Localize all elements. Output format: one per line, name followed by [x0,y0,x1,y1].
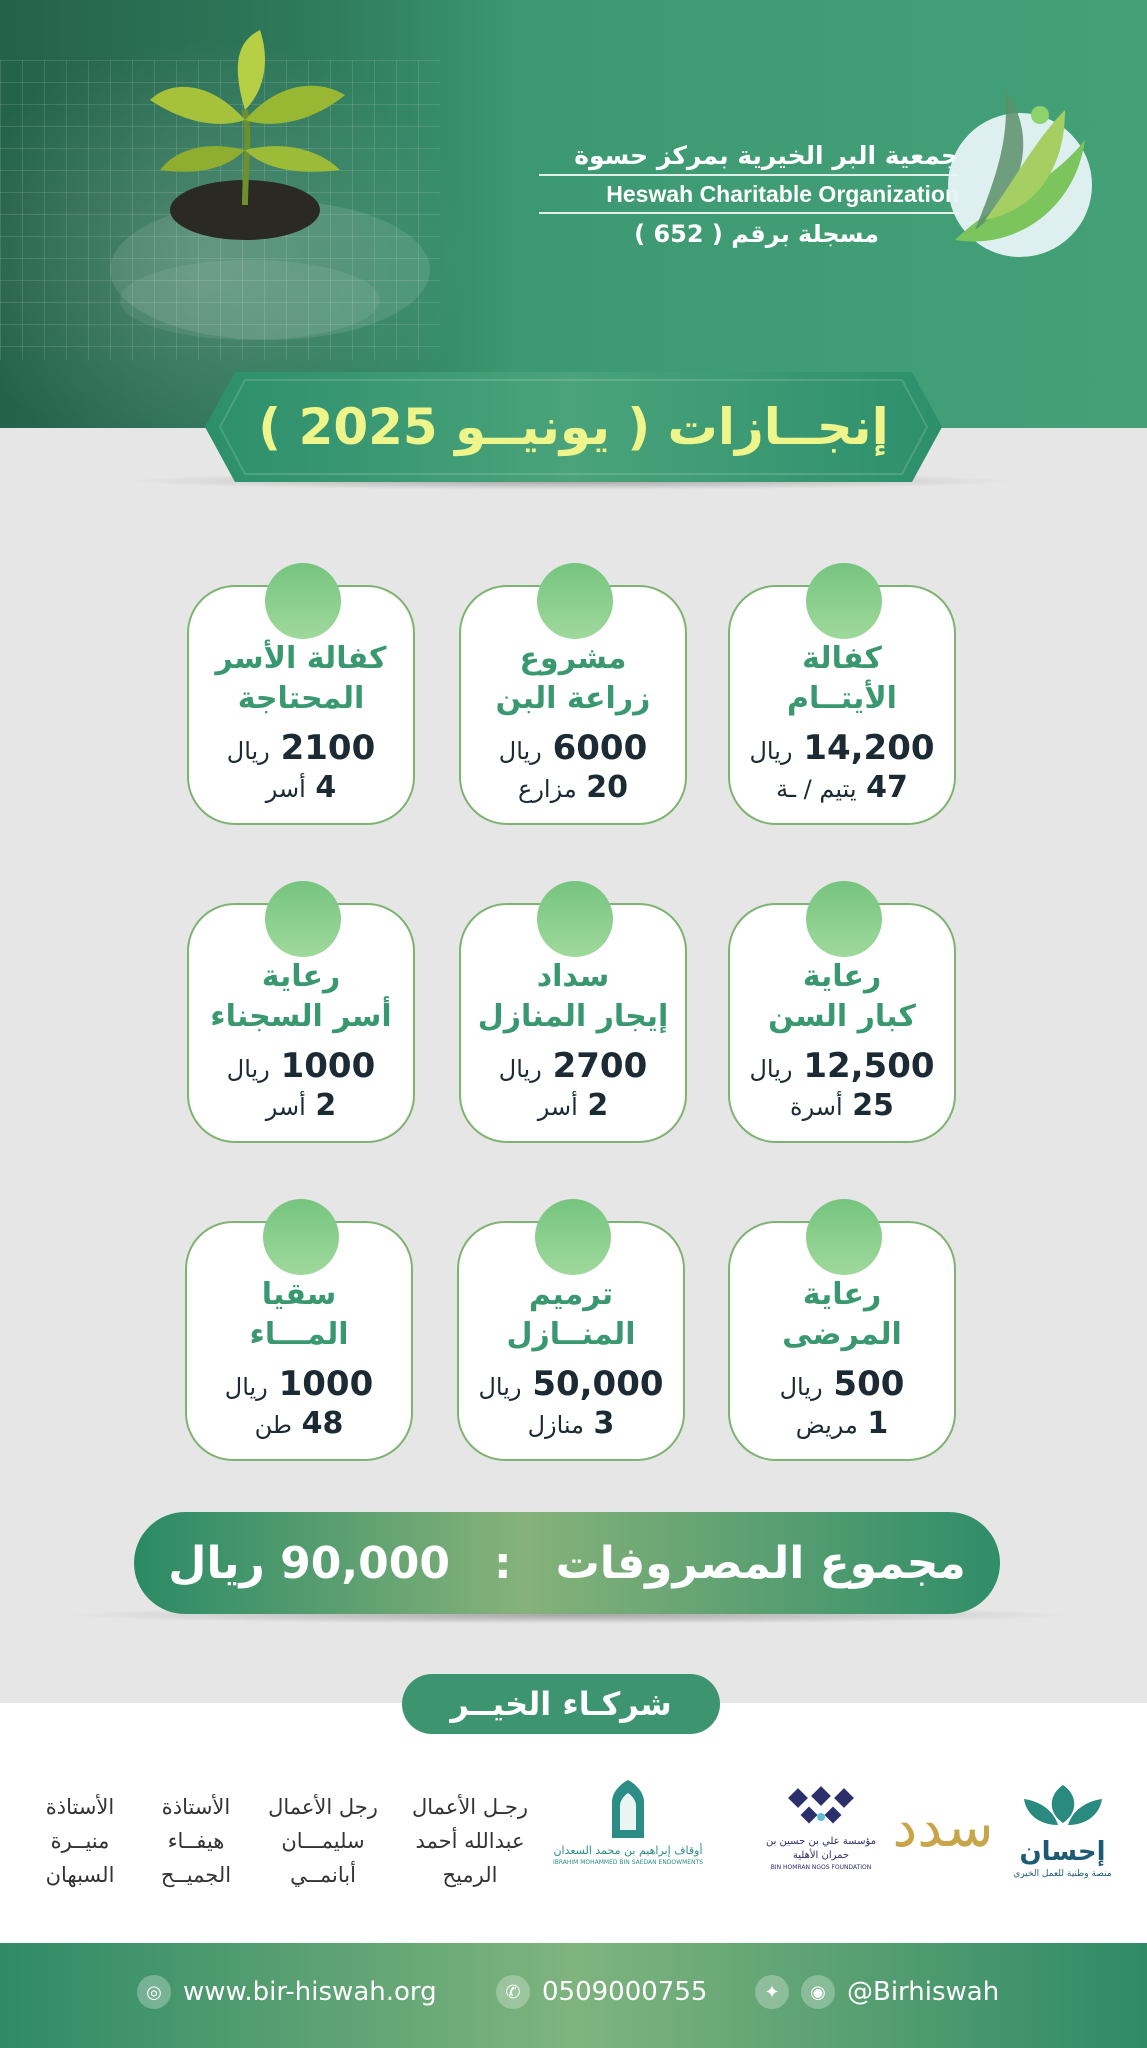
org-name-english: Heswah Charitable Organization [539,174,959,214]
plant-in-hands-illustration [110,30,430,340]
card-title: سقيا المـــاء [249,1277,349,1352]
card-water-supply: سقيا المـــاء 1000 ريال 48 طن [185,1199,413,1461]
organization-logo-icon [948,90,1092,257]
total-label: مجموع المصروفات [555,1537,966,1589]
card-needy-families: كفالة الأسر المحتاجة 2100 ريال 4 أسر [187,563,415,825]
card-circle-icon [806,881,882,957]
card-count: 20 مزارع [518,770,628,805]
card-title: رعاية المرضى [782,1277,902,1352]
total-value: 90,000 ريال [168,1537,450,1589]
website-link[interactable]: ◎ www.bir-hiswah.org [137,1972,437,2012]
card-amount: 12,500 ريال [749,1046,935,1086]
total-separator: : [493,1537,512,1589]
card-orphan-sponsorship: كفالة الأيتــام 14,200 ريال 47 يتيم / ـة [728,563,956,825]
org-name-arabic: جمعية البر الخيرية بمركز حسوة [574,141,959,170]
globe-icon: ◎ [137,1975,171,2009]
phone-link[interactable]: ✆ 0509000755 [496,1972,707,2012]
card-title: كفالة الأسر المحتاجة [215,641,387,716]
card-circle-icon [806,563,882,639]
card-circle-icon [265,563,341,639]
card-count: 4 أسر [265,770,337,805]
partner-person: الأستاذة هيفــاء الجميــح [160,1795,232,1887]
card-amount: 50,000 ريال [478,1364,664,1404]
card-count: 2 أسر [537,1088,609,1123]
card-elderly-care: رعاية كبار السن 12,500 ريال 25 أسرة [728,881,956,1143]
card-amount: 2100 ريال [226,728,376,768]
total-expenses-bar: مجموع المصروفات : 90,000 ريال [134,1512,1000,1614]
card-circle-icon [263,1199,339,1275]
instagram-icon: ◉ [801,1975,835,2009]
card-coffee-farming: مشروع زراعة البن 6000 ريال 20 مزارع [459,563,687,825]
phone-text: 0509000755 [542,1977,708,2007]
card-count: 25 أسرة [790,1088,894,1123]
card-title: ترميم المنــازل [506,1277,636,1352]
awqaf-saedan-logo: أوقاف إبراهيم بن محمد السعدان IBRAHIM MO… [548,1778,708,1868]
registration-number: مسجلة برقم ( 652 ) [634,220,879,248]
card-circle-icon [806,1199,882,1275]
page-title: إنجــازات ( يونيــو 2025 ) [258,398,889,456]
social-handle: @Birhiswah [847,1977,1000,2007]
twitter-icon: ✦ [755,1975,789,2009]
header-banner: جمعية البر الخيرية بمركز حسوة Heswah Cha… [0,0,1147,428]
bin-homran-foundation-logo: مؤسسة علي بن حسين بن حمران الأهلية BIN H… [760,1781,882,1873]
card-count: 47 يتيم / ـة [776,770,908,805]
card-count: 48 طن [254,1406,344,1441]
card-count: 3 منازل [527,1406,615,1441]
partner-person: رجل الأعمال سليمـــان أبانمــي [268,1795,378,1887]
card-amount: 6000 ريال [498,728,648,768]
organization-info: جمعية البر الخيرية بمركز حسوة Heswah Cha… [539,138,959,254]
card-title: سداد إيجار المنازل [477,959,669,1034]
ihsan-leaves-icon [1023,1785,1102,1825]
card-amount: 1000 ريال [224,1364,374,1404]
partners-title: شركـاء الخيــر [402,1674,720,1734]
card-circle-icon [535,1199,611,1275]
partner-person: الأستاذة منيــرة السبهان [45,1795,115,1887]
card-circle-icon [537,881,613,957]
awqaf-emblem-icon [612,1780,644,1838]
card-amount: 1000 ريال [226,1046,376,1086]
card-title: رعاية أسر السجناء [210,959,392,1034]
foundation-pattern-icon [788,1786,854,1824]
card-circle-icon [537,563,613,639]
card-amount: 14,200 ريال [749,728,935,768]
title-banner: إنجــازات ( يونيــو 2025 ) [205,372,942,482]
card-count: 2 أسر [265,1088,337,1123]
ihsan-logo: إحسان منصة وطنية للعمل الخيري [1010,1783,1115,1881]
card-rent-payment: سداد إيجار المنازل 2700 ريال 2 أسر [459,881,687,1143]
whatsapp-icon: ✆ [496,1975,530,2009]
social-link[interactable]: ✦ ◉ @Birhiswah [755,1972,999,2012]
card-title: كفالة الأيتــام [787,641,897,716]
website-text: www.bir-hiswah.org [183,1977,437,2007]
card-count: 1 مريض [795,1406,889,1441]
card-amount: 500 ريال [779,1364,905,1404]
card-home-restoration: ترميم المنــازل 50,000 ريال 3 منازل [457,1199,685,1461]
card-circle-icon [265,881,341,957]
hands-plant-photo [0,0,520,428]
card-title: رعاية كبار السن [768,959,916,1034]
card-patient-care: رعاية المرضى 500 ريال 1 مريض [728,1199,956,1461]
card-prisoners-families: رعاية أسر السجناء 1000 ريال 2 أسر [187,881,415,1143]
card-amount: 2700 ريال [498,1046,648,1086]
partner-person: رجـل الأعمال عبدالله أحمد الرميح [412,1795,528,1887]
card-title: مشروع زراعة البن [495,641,651,716]
sadad-logo: سدد [892,1795,994,1860]
